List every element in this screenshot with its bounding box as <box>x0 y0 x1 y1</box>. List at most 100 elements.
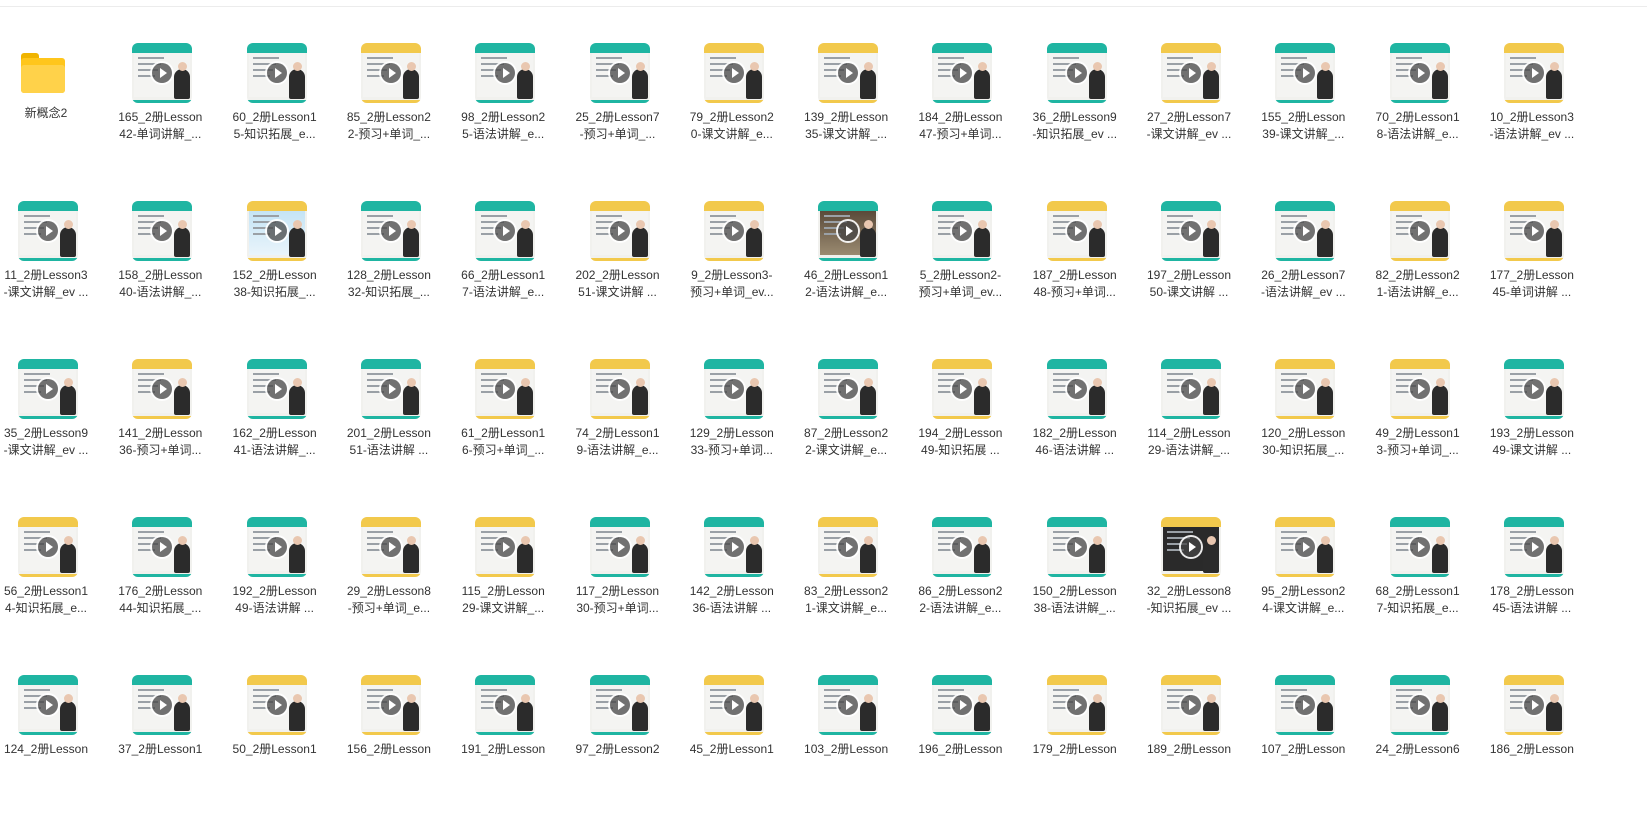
video-file-item[interactable]: 165_2册Lesson 42-单词讲解_... <box>108 43 212 183</box>
thumbnail-footer-band <box>132 732 193 735</box>
video-file-item[interactable]: 150_2册Lesson 38-语法讲解_... <box>1023 517 1127 657</box>
thumbnail-header-band <box>1161 43 1221 53</box>
presenter-figure <box>402 227 419 257</box>
video-file-item[interactable]: 83_2册Lesson2 1-课文讲解_e... <box>794 517 898 657</box>
video-file-item[interactable]: 10_2册Lesson3 -语法讲解_ev ... <box>1480 43 1584 183</box>
video-file-item[interactable]: 186_2册Lesson <box>1480 675 1584 815</box>
video-file-item[interactable]: 196_2册Lesson <box>908 675 1012 815</box>
video-file-item[interactable]: 141_2册Lesson 36-预习+单词... <box>108 359 212 499</box>
video-file-item[interactable]: 194_2册Lesson 49-知识拓展 ... <box>908 359 1012 499</box>
video-file-item[interactable]: 56_2册Lesson1 4-知识拓展_e... <box>0 517 98 657</box>
video-file-item[interactable]: 29_2册Lesson8 -预习+单词_e... <box>337 517 441 657</box>
video-file-item[interactable]: 115_2册Lesson 29-课文讲解_... <box>451 517 555 657</box>
video-file-item[interactable]: 9_2册Lesson3- 预习+单词_ev... <box>680 201 784 341</box>
video-file-item[interactable]: 27_2册Lesson7 -课文讲解_ev ... <box>1137 43 1241 183</box>
video-file-item[interactable]: 60_2册Lesson1 5-知识拓展_e... <box>223 43 327 183</box>
presenter-head <box>292 220 302 229</box>
video-file-item[interactable]: 103_2册Lesson <box>794 675 898 815</box>
play-icon <box>1409 379 1430 399</box>
thumbnail-footer-band <box>132 258 193 261</box>
thumbnail-footer-band <box>360 258 421 261</box>
video-file-item[interactable]: 79_2册Lesson2 0-课文讲解_e... <box>680 43 784 183</box>
video-thumbnail <box>1389 43 1450 103</box>
video-file-item[interactable]: 36_2册Lesson9 -知识拓展_ev ... <box>1023 43 1127 183</box>
video-file-item[interactable]: 139_2册Lesson 35-课文讲解_... <box>794 43 898 183</box>
presenter-figure <box>1431 385 1448 415</box>
video-file-item[interactable]: 189_2册Lesson <box>1137 675 1241 815</box>
video-file-item[interactable]: 156_2册Lesson <box>337 675 441 815</box>
video-file-item[interactable]: 177_2册Lesson 45-单词讲解 ... <box>1480 201 1584 341</box>
presenter-figure <box>402 385 419 415</box>
thumbnail-footer-band <box>1161 732 1221 735</box>
video-file-item[interactable]: 162_2册Lesson 41-语法讲解_... <box>223 359 327 499</box>
video-file-item[interactable]: 124_2册Lesson <box>0 675 98 815</box>
presenter-figure <box>1431 69 1448 99</box>
video-file-item[interactable]: 26_2册Lesson7 -语法讲解_ev ... <box>1251 201 1355 341</box>
slide-text-line <box>595 57 622 59</box>
play-icon <box>1066 63 1087 83</box>
video-file-item[interactable]: 61_2册Lesson1 6-预习+单词_... <box>451 359 555 499</box>
video-file-item[interactable]: 49_2册Lesson1 3-预习+单词_... <box>1366 359 1470 499</box>
video-file-item[interactable]: 68_2册Lesson1 7-知识拓展_e... <box>1366 517 1470 657</box>
video-file-item[interactable]: 197_2册Lesson 50-课文讲解 ... <box>1137 201 1241 341</box>
video-file-item[interactable]: 178_2册Lesson 45-语法讲解 ... <box>1480 517 1584 657</box>
video-file-item[interactable]: 85_2册Lesson2 2-预习+单词_... <box>337 43 441 183</box>
presenter-head <box>1435 220 1445 229</box>
file-grid: 新概念2 165_2册Lesson 42-单词讲解_... 60_2册Lesson1… <box>0 0 1647 796</box>
presenter-figure <box>1317 69 1334 99</box>
video-file-item[interactable]: 5_2册Lesson2- 预习+单词_ev... <box>908 201 1012 341</box>
thumbnail-footer-band <box>932 416 993 419</box>
video-file-item[interactable]: 176_2册Lesson 44-知识拓展_... <box>108 517 212 657</box>
video-file-item[interactable]: 202_2册Lesson 51-课文讲解 ... <box>566 201 670 341</box>
thumbnail-header-band <box>818 201 879 211</box>
video-file-item[interactable]: 46_2册Lesson1 2-语法讲解_e... <box>794 201 898 341</box>
video-file-item[interactable]: 187_2册Lesson 48-预习+单词... <box>1023 201 1127 341</box>
video-file-item[interactable]: 32_2册Lesson8 -知识拓展_ev ... <box>1137 517 1241 657</box>
video-file-item[interactable]: 107_2册Lesson <box>1251 675 1355 815</box>
folder-item[interactable]: 新概念2 <box>0 43 98 183</box>
video-file-item[interactable]: 179_2册Lesson <box>1023 675 1127 815</box>
thumbnail-footer-band <box>1161 100 1221 103</box>
video-file-item[interactable]: 191_2册Lesson <box>451 675 555 815</box>
video-file-item[interactable]: 158_2册Lesson 40-语法讲解_... <box>108 201 212 341</box>
thumbnail-header-band <box>1389 43 1450 53</box>
video-file-item[interactable]: 74_2册Lesson1 9-语法讲解_e... <box>566 359 670 499</box>
video-file-item[interactable]: 128_2册Lesson 32-知识拓展_... <box>337 201 441 341</box>
file-name-label: 156_2册Lesson <box>346 742 431 756</box>
video-file-item[interactable]: 182_2册Lesson 46-语法讲解 ... <box>1023 359 1127 499</box>
video-file-item[interactable]: 82_2册Lesson2 1-语法讲解_e... <box>1366 201 1470 341</box>
video-file-item[interactable]: 192_2册Lesson 49-语法讲解 ... <box>223 517 327 657</box>
video-file-item[interactable]: 70_2册Lesson1 8-语法讲解_e... <box>1366 43 1470 183</box>
thumbnail-footer-band <box>246 416 307 419</box>
presenter-figure <box>1317 701 1334 731</box>
video-file-item[interactable]: 86_2册Lesson2 2-语法讲解_e... <box>908 517 1012 657</box>
file-name-label: 189_2册Lesson <box>1146 742 1232 756</box>
play-icon <box>1523 695 1544 715</box>
video-file-item[interactable]: 120_2册Lesson 30-知识拓展_... <box>1251 359 1355 499</box>
video-file-item[interactable]: 25_2册Lesson7 -预习+单词_... <box>566 43 670 183</box>
video-file-item[interactable]: 117_2册Lesson 30-预习+单词... <box>566 517 670 657</box>
video-file-item[interactable]: 193_2册Lesson 49-课文讲解 ... <box>1480 359 1584 499</box>
video-file-item[interactable]: 50_2册Lesson1 <box>223 675 327 815</box>
video-file-item[interactable]: 97_2册Lesson2 <box>566 675 670 815</box>
video-file-item[interactable]: 129_2册Lesson 33-预习+单词... <box>680 359 784 499</box>
video-file-item[interactable]: 45_2册Lesson1 <box>680 675 784 815</box>
video-file-item[interactable]: 98_2册Lesson2 5-语法讲解_e... <box>451 43 555 183</box>
thumbnail-footer-band <box>1161 258 1221 261</box>
video-file-item[interactable]: 142_2册Lesson 36-语法讲解 ... <box>680 517 784 657</box>
video-file-item[interactable]: 152_2册Lesson 38-知识拓展_... <box>223 201 327 341</box>
video-file-item[interactable]: 11_2册Lesson3 -课文讲解_ev ... <box>0 201 98 341</box>
video-file-item[interactable]: 155_2册Lesson 39-课文讲解_... <box>1251 43 1355 183</box>
video-file-item[interactable]: 201_2册Lesson 51-语法讲解 ... <box>337 359 441 499</box>
video-thumbnail <box>475 43 536 103</box>
video-file-item[interactable]: 114_2册Lesson 29-语法讲解_... <box>1137 359 1241 499</box>
video-file-item[interactable]: 184_2册Lesson 47-预习+单词... <box>908 43 1012 183</box>
thumbnail-header-band <box>1161 359 1221 369</box>
video-file-item[interactable]: 24_2册Lesson6 <box>1366 675 1470 815</box>
video-file-item[interactable]: 37_2册Lesson1 <box>108 675 212 815</box>
video-file-item[interactable]: 35_2册Lesson9 -课文讲解_ev ... <box>0 359 98 499</box>
video-file-item[interactable]: 87_2册Lesson2 2-课文讲解_e... <box>794 359 898 499</box>
video-file-item[interactable]: 95_2册Lesson2 4-课文讲解_e... <box>1251 517 1355 657</box>
thumbnail-header-band <box>246 517 307 527</box>
video-file-item[interactable]: 66_2册Lesson1 7-语法讲解_e... <box>451 201 555 341</box>
